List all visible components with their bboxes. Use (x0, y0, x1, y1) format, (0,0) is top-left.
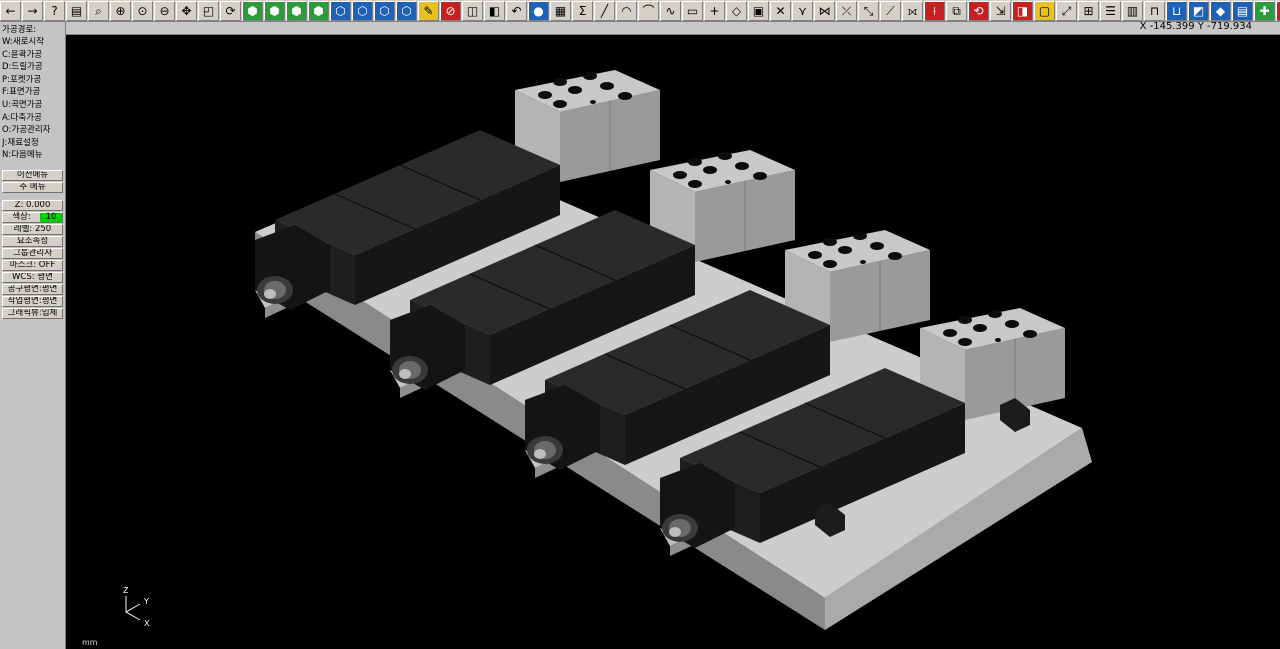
select-icon[interactable]: ◨ (1012, 0, 1033, 21)
zoom-out-icon[interactable]: ⊖ (154, 0, 175, 21)
trim-2-icon[interactable]: ⋎ (792, 0, 813, 21)
axis-z-label: Z (123, 586, 129, 595)
pencil-icon[interactable]: ✎ (418, 0, 439, 21)
axis-x-label: X (144, 619, 150, 628)
panel-icon[interactable]: ☰ (1100, 0, 1121, 21)
xyz-icon[interactable]: ⤢ (1056, 0, 1077, 21)
attributes-button[interactable]: 요소속성 (2, 236, 63, 247)
group-manager-button[interactable]: 그룹관리자 (2, 248, 63, 259)
trim-3-icon[interactable]: ⋈ (814, 0, 835, 21)
menu-item-new[interactable]: W:새로시작 (2, 36, 66, 49)
units-label: mm (82, 638, 98, 647)
extend-icon[interactable]: ⤡ (858, 0, 879, 21)
notes-icon[interactable]: ▤ (66, 0, 87, 21)
spline-icon[interactable]: ∿ (660, 0, 681, 21)
graphic-view-button[interactable]: 그래픽뷰:입체 (2, 308, 63, 319)
axis-triad-icon: Z Y X (123, 586, 150, 628)
view-iso-icon[interactable]: ⬢ (242, 0, 263, 21)
grid-icon[interactable]: ▦ (550, 0, 571, 21)
toolpath-menu: W:새로시작 C:윤곽가공 D:드릴가공 P:포켓가공 F:표면가공 U:곡면가… (2, 36, 66, 162)
color-label: 색상: (12, 212, 31, 222)
undo-icon[interactable]: ↶ (506, 0, 527, 21)
menu-item-surface[interactable]: U:곡면가공 (2, 99, 66, 112)
menu-item-operations-manager[interactable]: O:가공관리자 (2, 124, 66, 137)
solid-icon[interactable]: ◆ (1210, 0, 1231, 21)
add-icon[interactable]: ✚ (1254, 0, 1275, 21)
view-cube-4-icon[interactable]: ⬡ (396, 0, 417, 21)
menu-item-multiaxis[interactable]: A:다축가공 (2, 112, 66, 125)
offset-icon[interactable]: ⟋ (880, 0, 901, 21)
rotate-icon[interactable]: ⟲ (968, 0, 989, 21)
sphere-icon[interactable]: ● (528, 0, 549, 21)
arc-icon[interactable]: ◠ (616, 0, 637, 21)
no-entry-icon[interactable]: ⊘ (440, 0, 461, 21)
main-menu-sidebar: 가공경로: W:새로시작 C:윤곽가공 D:드릴가공 P:포켓가공 F:표면가공… (0, 22, 66, 649)
main-menu-button[interactable]: 주 메뉴 (2, 182, 63, 193)
color-button[interactable]: 색상: 10 (2, 212, 63, 223)
exit-icon[interactable]: ▮ (1276, 0, 1280, 21)
view-cube-2-icon[interactable]: ⬡ (352, 0, 373, 21)
menu-item-next-menu[interactable]: N:다음메뉴 (2, 149, 66, 162)
mirror-icon[interactable]: ⟗ (902, 0, 923, 21)
sigma-icon[interactable]: Σ (572, 0, 593, 21)
tool-plane-button[interactable]: 공구평면:평면 (2, 284, 63, 295)
dim-icon[interactable]: ⊞ (1078, 0, 1099, 21)
rectangle-icon[interactable]: ▭ (682, 0, 703, 21)
menu-item-pocket[interactable]: P:포켓가공 (2, 74, 66, 87)
menu-item-contour[interactable]: C:윤곽가공 (2, 49, 66, 62)
shape-icon[interactable]: ◇ (726, 0, 747, 21)
view-cube-3-icon[interactable]: ⬡ (374, 0, 395, 21)
pan-icon[interactable]: ✥ (176, 0, 197, 21)
layer-b-icon[interactable]: ◧ (484, 0, 505, 21)
book-icon[interactable]: ▥ (1122, 0, 1143, 21)
menu-item-face[interactable]: F:표면가공 (2, 86, 66, 99)
cross-icon[interactable]: ⤫ (836, 0, 857, 21)
cursor-coordinates: X -145.399 Y -719.934 (1139, 21, 1252, 32)
view-front-icon[interactable]: ⬢ (264, 0, 285, 21)
main-toolbar: ← →? ▤ ⌕ ⊕ ⊙ ⊖ ✥ ◰ ⟳ ⬢ ⬢ ⬢ ⬢ ⬡ ⬡ ⬡ ⬡ ✎ ⊘ ◫ ◧ ↶ ● ▦ Σ ╱ ◠ ⌒ ∿ ▭ + ◇ ▣ ✕ ⋎ ⋈ ⤫ ⤡… (0, 0, 1280, 22)
box-icon[interactable]: ▣ (748, 0, 769, 21)
rotate-view-icon[interactable]: ⟳ (220, 0, 241, 21)
copy-icon[interactable]: ⧉ (946, 0, 967, 21)
menu-section-title: 가공경로: (2, 25, 37, 35)
trim-icon[interactable]: ✕ (770, 0, 791, 21)
view-top-icon[interactable]: ⬢ (308, 0, 329, 21)
color-value-swatch: 10 (40, 213, 62, 222)
prev-menu-button[interactable]: 이전메뉴 (2, 170, 63, 181)
coordinate-bar: X -145.399 Y -719.934 (0, 21, 1280, 35)
fixture-icon[interactable]: ⊓ (1144, 0, 1165, 21)
arrow-left-icon[interactable]: ← (0, 0, 21, 21)
paint-icon[interactable]: ◩ (1188, 0, 1209, 21)
menu-item-drill[interactable]: D:드릴가공 (2, 61, 66, 74)
export-icon[interactable]: ▤ (1232, 0, 1253, 21)
view-right-icon[interactable]: ⬢ (286, 0, 307, 21)
layer-a-icon[interactable]: ◫ (462, 0, 483, 21)
level-button[interactable]: 레벨: 250 (2, 224, 63, 235)
zoom-all-icon[interactable]: ⊙ (132, 0, 153, 21)
help-icon[interactable]: ? (44, 0, 65, 21)
work-plane-button[interactable]: 작업평면:평면 (2, 296, 63, 307)
window-icon[interactable]: ▢ (1034, 0, 1055, 21)
zoom-select-icon[interactable]: ◰ (198, 0, 219, 21)
mask-button[interactable]: 마스크: OFF (2, 260, 63, 271)
point-icon[interactable]: + (704, 0, 725, 21)
axis-y-label: Y (143, 597, 149, 606)
plate-icon[interactable]: ⊔ (1166, 0, 1187, 21)
zoom-window-icon[interactable]: ⊕ (110, 0, 131, 21)
measure-icon[interactable]: ⟊ (924, 0, 945, 21)
menu-item-stock-setup[interactable]: J:재료설정 (2, 137, 66, 150)
line-icon[interactable]: ╱ (594, 0, 615, 21)
move-icon[interactable]: ⇲ (990, 0, 1011, 21)
wcs-button[interactable]: WCS: 평면 (2, 272, 63, 283)
arrow-right-icon[interactable]: → (22, 0, 43, 21)
z-depth-button[interactable]: Z: 0.000 (2, 200, 63, 211)
curve-icon[interactable]: ⌒ (638, 0, 659, 21)
view-cube-1-icon[interactable]: ⬡ (330, 0, 351, 21)
query-icon[interactable]: ⌕ (88, 0, 109, 21)
graphics-viewport[interactable]: Z Y X (66, 35, 1280, 649)
